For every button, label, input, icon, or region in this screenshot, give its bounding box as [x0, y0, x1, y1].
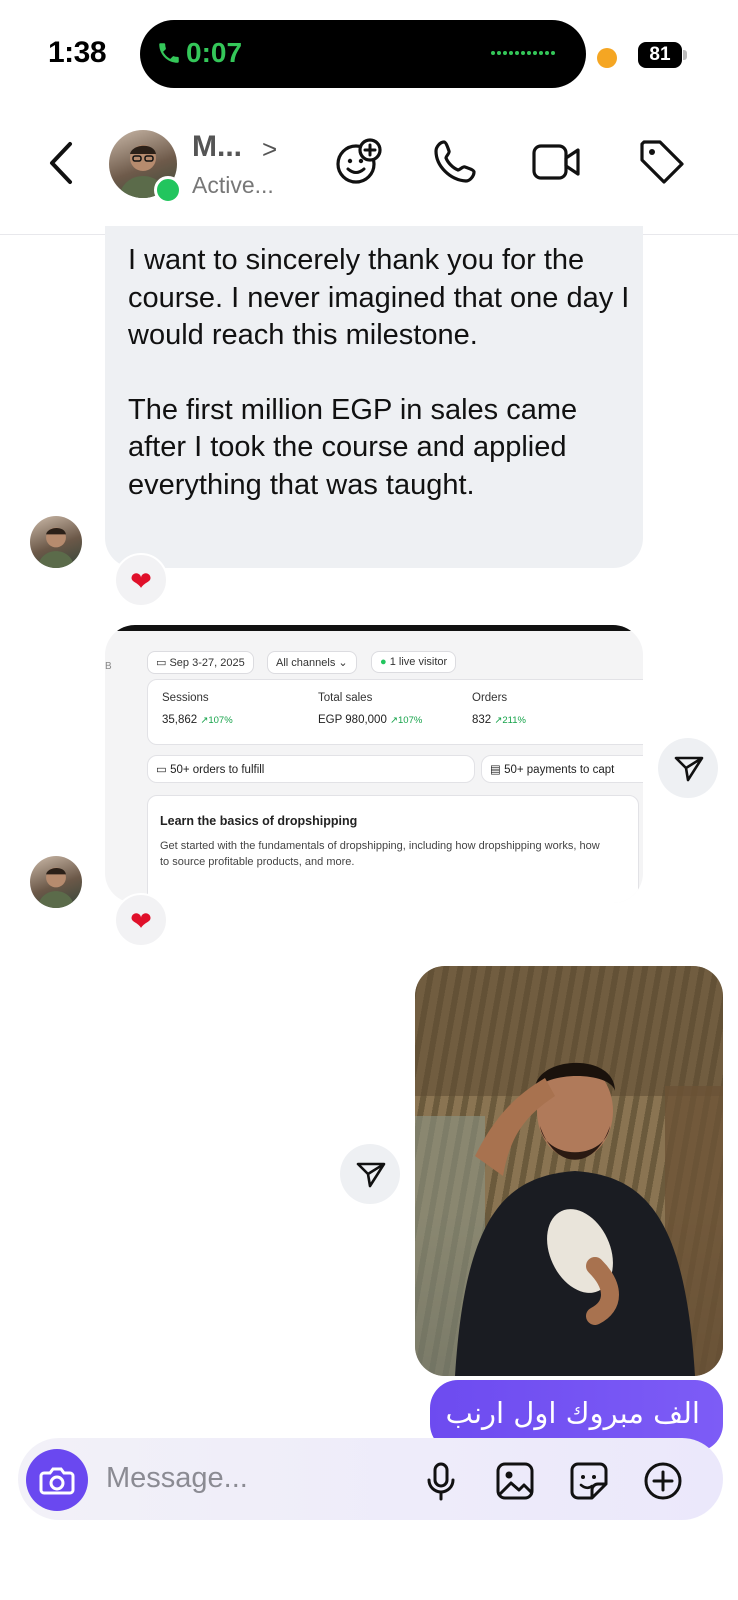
learn-card: Learn the basics of dropshipping Get sta…: [147, 795, 639, 903]
payments-task-text: ▤ 50+ payments to capt: [490, 764, 615, 776]
add-circle-icon[interactable]: [642, 1460, 684, 1502]
payments-task-card: ▤ 50+ payments to capt: [481, 755, 643, 783]
voice-call-icon[interactable]: [430, 136, 482, 188]
learn-description: Get started with the fundamentals of dro…: [160, 840, 600, 868]
heart-reaction[interactable]: ❤: [114, 553, 168, 607]
channels-text: All channels: [276, 657, 336, 669]
avatar-person-icon: [37, 527, 75, 568]
inbox-icon: ▭: [156, 764, 167, 776]
screenshot-top-bar: [105, 625, 643, 631]
message-paragraph: The first million EGP in sales came afte…: [128, 393, 578, 501]
outgoing-message-text: الف مبروك اول ارنب: [445, 1396, 700, 1430]
share-button[interactable]: [658, 738, 718, 798]
tag-label-icon[interactable]: [636, 136, 688, 188]
metric-title: Sessions: [162, 692, 209, 704]
photo-man-with-rabbit: [415, 966, 723, 1376]
metric-title: Total sales: [318, 692, 373, 704]
sticker-icon[interactable]: [568, 1460, 610, 1502]
outgoing-photo[interactable]: [415, 966, 723, 1376]
video-call-icon[interactable]: [530, 136, 582, 188]
dashboard-screenshot-image[interactable]: B ▭ Sep 3-27, 2025 All channels ⌄ ● 1 li…: [105, 625, 643, 903]
gallery-icon[interactable]: [494, 1460, 536, 1502]
online-status-dot: [154, 176, 182, 204]
camera-icon: [39, 1467, 75, 1495]
add-sticker-face-icon[interactable]: [332, 136, 384, 188]
camera-button[interactable]: [26, 1449, 88, 1511]
message-paragraph: I want to sincerely thank you for the co…: [128, 244, 630, 351]
call-timer: 0:07: [186, 37, 243, 68]
live-dot-icon: ●: [380, 656, 387, 668]
live-visitor-pill: ● 1 live visitor: [371, 651, 457, 673]
avatar-person-icon: [37, 867, 75, 908]
metric-change: ↗211%: [494, 715, 526, 726]
contact-status: Active...: [192, 172, 274, 198]
metrics-card: Sessions 35,862 ↗107% Total sales EGP 98…: [147, 679, 643, 745]
metric-value: EGP 980,000 ↗107%: [318, 714, 423, 726]
metric-value: 832 ↗211%: [472, 714, 526, 726]
calendar-icon: ▭: [156, 657, 167, 669]
incoming-message-text: I want to sincerely thank you for the co…: [128, 242, 633, 504]
contact-name[interactable]: M...: [192, 130, 242, 164]
cash-icon: ▤: [490, 764, 501, 776]
metric-title: Orders: [472, 692, 508, 704]
date-range-text: Sep 3-27, 2025: [169, 657, 245, 669]
date-range-pill: ▭ Sep 3-27, 2025: [147, 651, 254, 674]
privacy-indicator-dot: [597, 48, 617, 68]
audio-wave-icon: [491, 51, 555, 55]
metric-value: 35,862 ↗107%: [162, 714, 233, 726]
message-input[interactable]: Message...: [106, 1462, 248, 1495]
live-visitor-text: 1 live visitor: [389, 656, 448, 668]
orders-task-card: ▭ 50+ orders to fulfill: [147, 755, 475, 783]
back-chevron-icon[interactable]: [44, 140, 78, 186]
learn-title: Learn the basics of dropshipping: [160, 814, 358, 828]
channels-pill: All channels ⌄: [267, 651, 357, 674]
sender-avatar[interactable]: [30, 856, 82, 908]
orders-task-text: ▭ 50+ orders to fulfill: [156, 764, 265, 776]
microphone-icon[interactable]: [420, 1460, 462, 1502]
share-button[interactable]: [340, 1144, 400, 1204]
battery-cap: [683, 50, 687, 60]
send-plane-icon: [674, 756, 704, 782]
heart-reaction[interactable]: ❤: [114, 893, 168, 947]
chevron-right-icon[interactable]: >: [262, 134, 277, 165]
send-plane-icon: [356, 1162, 386, 1188]
side-marker: B: [105, 661, 112, 672]
phone-call-icon: [159, 43, 179, 63]
status-time: 1:38: [48, 36, 107, 69]
metric-change: ↗107%: [200, 715, 233, 726]
metric-change: ↗107%: [390, 715, 423, 726]
sender-avatar[interactable]: [30, 516, 82, 568]
battery-level: 81: [638, 42, 682, 68]
chevron-down-icon: ⌄: [338, 657, 348, 669]
